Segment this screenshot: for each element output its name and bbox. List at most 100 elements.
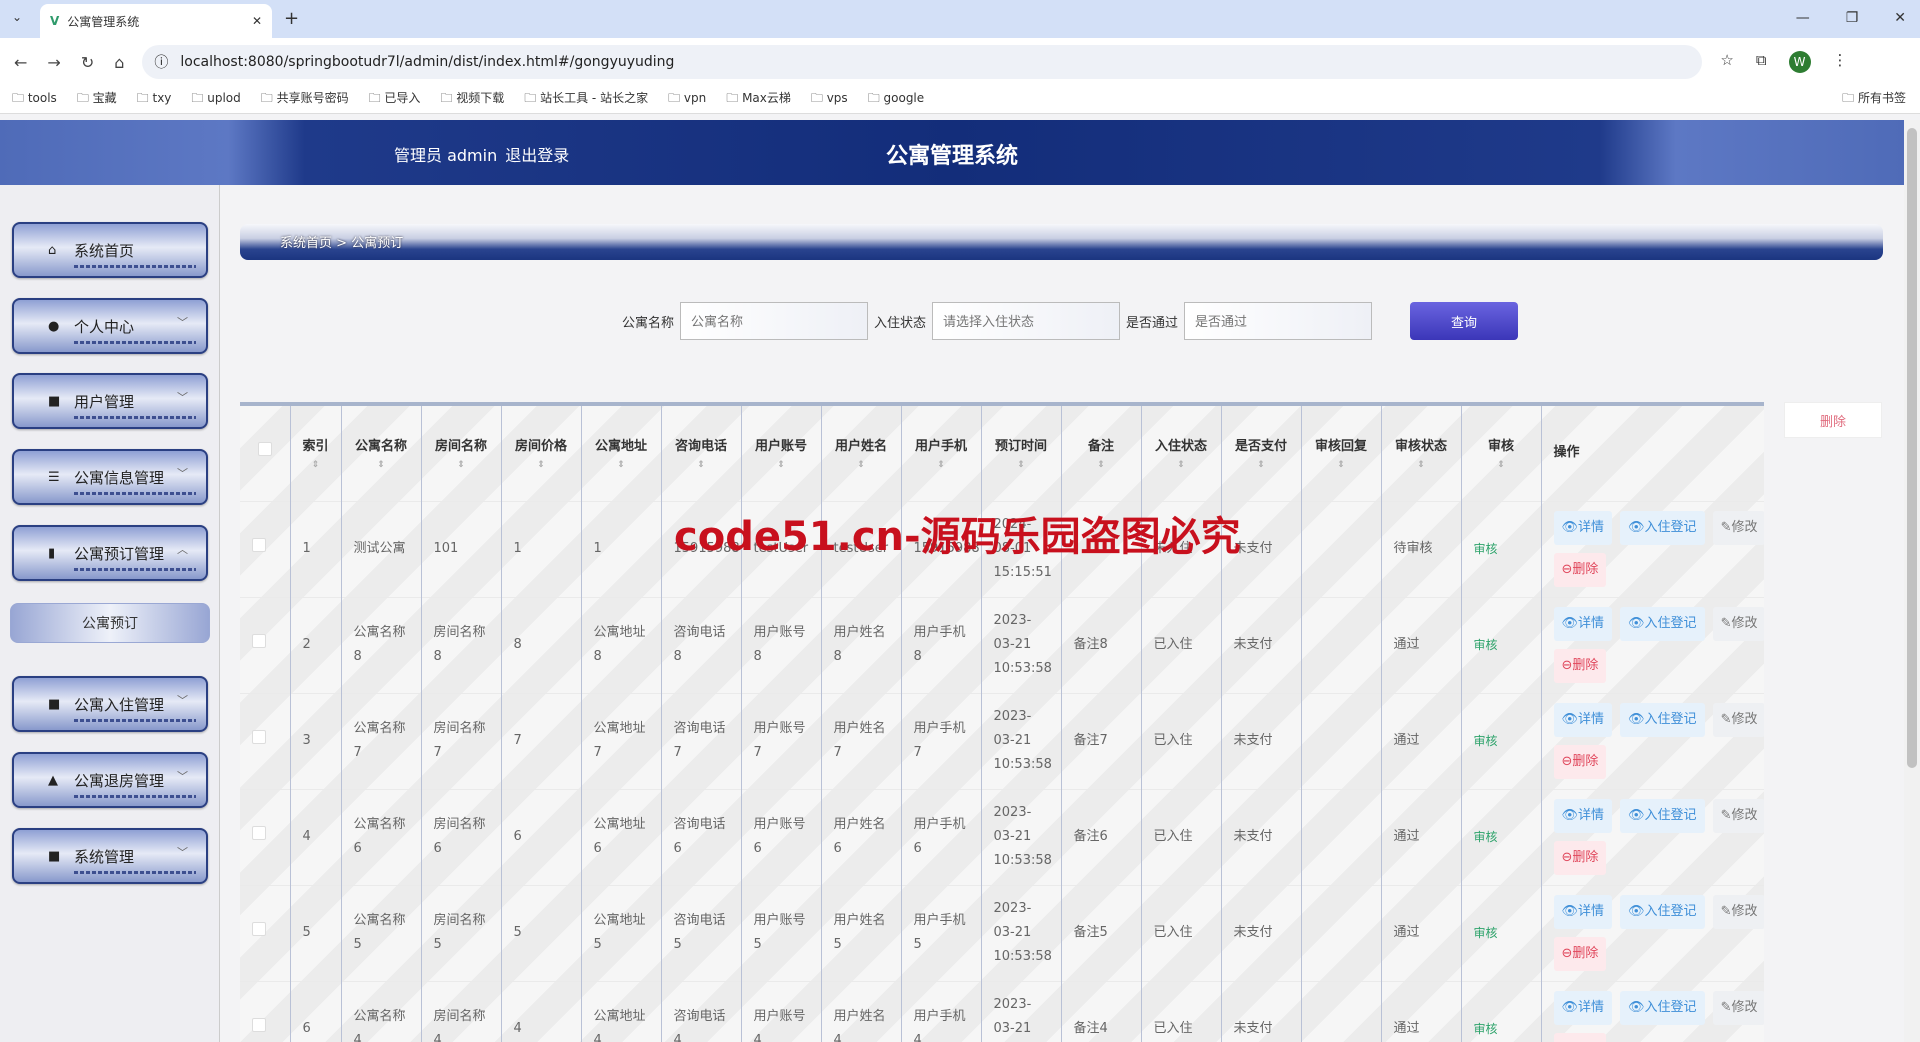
sidebar-item-3[interactable]: ☰ 公寓信息管理 ﹀ (12, 449, 208, 505)
row-checkbox[interactable] (252, 922, 266, 936)
review-link[interactable]: 审核 (1474, 542, 1498, 556)
bookmark-5[interactable]: 🗀 已导入 (369, 89, 421, 110)
breadcrumb-home[interactable]: 系统首页 (280, 236, 332, 251)
tab-list-icon[interactable]: ⌄ (12, 10, 22, 24)
column-header[interactable]: 入住状态 ⇕ (1141, 406, 1222, 501)
bookmark-6[interactable]: 🗀 视频下载 (440, 89, 504, 110)
row-checkbox[interactable] (252, 538, 266, 552)
column-header[interactable]: 备注 ⇕ (1061, 406, 1142, 501)
edit-button[interactable]: ✎ 修改 (1712, 799, 1764, 833)
edit-button[interactable]: ✎ 修改 (1712, 607, 1764, 641)
column-header[interactable]: 索引 ⇕ (290, 406, 342, 501)
column-header[interactable]: 房间名称 ⇕ (421, 406, 502, 501)
bookmark-11[interactable]: 🗀 google (868, 89, 924, 110)
detail-button[interactable]: 👁 详情 (1553, 511, 1613, 545)
info-icon[interactable]: ⓘ (154, 52, 168, 72)
edit-button[interactable]: ✎ 修改 (1712, 895, 1764, 929)
sort-icon[interactable]: ⇕ (1314, 459, 1369, 471)
row-checkbox[interactable] (252, 826, 266, 840)
bookmark-3[interactable]: 🗀 uplod (191, 89, 240, 110)
column-header[interactable]: 用户账号 ⇕ (741, 406, 822, 501)
bookmark-4[interactable]: 🗀 共享账号密码 (261, 89, 349, 110)
minimize-icon[interactable]: — (1796, 10, 1810, 26)
approved-input[interactable] (1184, 302, 1373, 340)
row-checkbox[interactable] (252, 730, 266, 744)
sort-icon[interactable]: ⇕ (914, 459, 969, 471)
back-icon[interactable]: ← (14, 53, 27, 72)
bookmark-9[interactable]: 🗀 Max云梯 (726, 89, 791, 110)
column-header[interactable]: 审核回复 ⇕ (1301, 406, 1382, 501)
column-header[interactable]: 操作 (1541, 406, 1764, 501)
sort-icon[interactable]: ⇕ (1234, 459, 1289, 471)
close-tab-icon[interactable]: ✕ (252, 14, 262, 28)
detail-button[interactable]: 👁 详情 (1553, 895, 1613, 929)
sort-icon[interactable]: ⇕ (994, 459, 1049, 471)
sidebar-item-4[interactable]: ▮ 公寓预订管理 ︿ (12, 525, 208, 581)
bookmark-10[interactable]: 🗀 vps (811, 89, 848, 110)
column-header[interactable]: 用户手机 ⇕ (901, 406, 982, 501)
sort-icon[interactable]: ⇕ (834, 459, 889, 471)
apartment-name-input[interactable] (680, 302, 869, 340)
bookmark-1[interactable]: 🗀 宝藏 (77, 89, 117, 110)
detail-button[interactable]: 👁 详情 (1553, 607, 1613, 641)
edit-button[interactable]: ✎ 修改 (1712, 511, 1764, 545)
sidebar-item-5[interactable]: ■ 公寓入住管理 ﹀ (12, 676, 208, 732)
checkin-status-select[interactable] (932, 302, 1121, 340)
row-checkbox[interactable] (252, 1018, 266, 1033)
column-header[interactable]: 用户姓名 ⇕ (821, 406, 902, 501)
column-header[interactable]: 是否支付 ⇕ (1221, 406, 1302, 501)
checkin-button[interactable]: 👁 入住登记 (1620, 895, 1705, 929)
checkin-button[interactable]: 👁 入住登记 (1620, 607, 1705, 641)
column-header[interactable]: 咨询电话 ⇕ (661, 406, 742, 501)
sort-icon[interactable]: ⇕ (754, 459, 809, 471)
scrollbar[interactable] (1904, 120, 1920, 1042)
detail-button[interactable]: 👁 详情 (1553, 991, 1613, 1026)
detail-button[interactable]: 👁 详情 (1553, 799, 1613, 833)
sort-icon[interactable]: ⇕ (303, 459, 329, 471)
sort-icon[interactable]: ⇕ (514, 459, 569, 471)
bookmark-8[interactable]: 🗀 vpn (668, 89, 706, 110)
browser-tab[interactable]: V 公寓管理系统 ✕ (40, 4, 272, 38)
forward-icon[interactable]: → (47, 53, 60, 72)
sort-icon[interactable]: ⇕ (354, 459, 409, 471)
review-link[interactable]: 审核 (1474, 926, 1498, 940)
review-link[interactable]: 审核 (1474, 734, 1498, 748)
bookmark-7[interactable]: 🗀 站长工具 - 站长之家 (524, 89, 648, 110)
new-tab-icon[interactable]: + (284, 8, 299, 29)
sort-icon[interactable]: ⇕ (434, 459, 489, 471)
delete-button[interactable]: ⊖ 删除 (1553, 937, 1607, 971)
edit-button[interactable]: ✎ 修改 (1712, 991, 1764, 1026)
review-link[interactable]: 审核 (1474, 830, 1498, 844)
column-header[interactable]: 公寓地址 ⇕ (581, 406, 662, 501)
review-link[interactable]: 审核 (1474, 1022, 1498, 1036)
url-input[interactable]: ⓘ localhost:8080/springbootudr7l/admin/di… (142, 45, 1703, 79)
sort-icon[interactable]: ⇕ (1474, 459, 1529, 471)
avatar[interactable]: W (1788, 51, 1811, 73)
sort-icon[interactable]: ⇕ (1074, 459, 1129, 471)
delete-button[interactable]: ⊖ 删除 (1553, 745, 1607, 779)
delete-button[interactable]: ⊖ 删除 (1553, 841, 1607, 875)
delete-button[interactable]: ⊖ 删除 (1553, 1033, 1607, 1042)
scrollbar-thumb[interactable] (1907, 128, 1917, 768)
checkin-button[interactable]: 👁 入住登记 (1620, 991, 1705, 1026)
home-icon[interactable]: ⌂ (114, 53, 124, 72)
star-icon[interactable]: ☆ (1720, 51, 1733, 73)
column-header[interactable]: 审核 ⇕ (1461, 406, 1542, 501)
delete-button[interactable]: ⊖ 删除 (1553, 553, 1607, 587)
all-bookmarks[interactable]: 🗀 所有书签 (1842, 89, 1906, 110)
extensions-icon[interactable]: ⧉ (1756, 51, 1767, 73)
batch-delete-button[interactable]: 删除 (1784, 402, 1882, 438)
column-header[interactable]: 公寓名称 ⇕ (341, 406, 422, 501)
select-all-checkbox[interactable] (257, 442, 272, 457)
close-window-icon[interactable]: ✕ (1894, 10, 1906, 26)
column-header[interactable]: 房间价格 ⇕ (501, 406, 582, 501)
row-checkbox[interactable] (252, 634, 266, 648)
restore-icon[interactable]: ❐ (1846, 10, 1859, 26)
column-header[interactable]: 预订时间 ⇕ (981, 406, 1062, 501)
sidebar-item-0[interactable]: ⌂ 系统首页 (12, 222, 208, 278)
delete-button[interactable]: ⊖ 删除 (1553, 649, 1607, 683)
bookmark-2[interactable]: 🗀 txy (137, 89, 172, 110)
checkin-button[interactable]: 👁 入住登记 (1620, 511, 1705, 545)
sidebar-item-1[interactable]: ● 个人中心 ﹀ (12, 298, 208, 354)
checkin-button[interactable]: 👁 入住登记 (1620, 703, 1705, 737)
